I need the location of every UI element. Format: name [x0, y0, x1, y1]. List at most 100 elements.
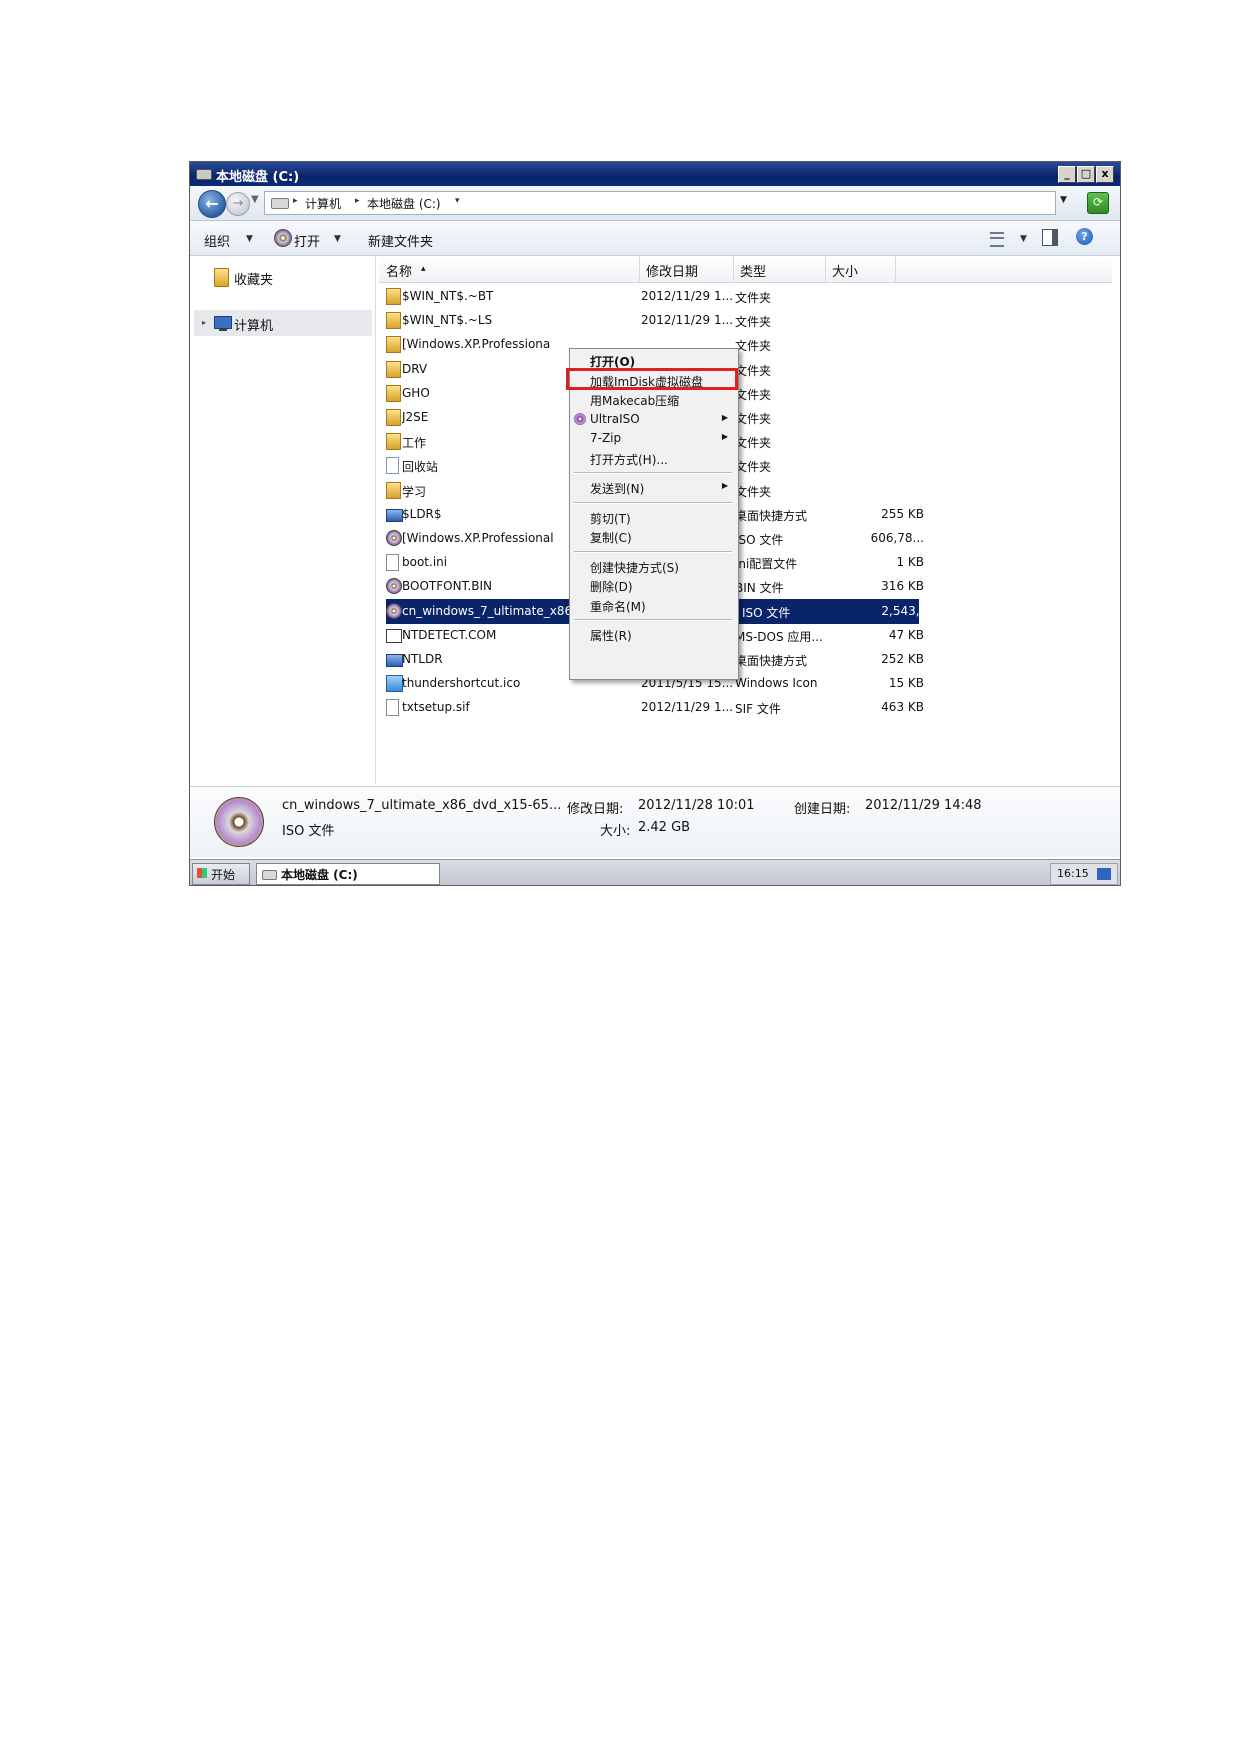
file-size: 252 KB — [881, 652, 924, 666]
file-row[interactable]: NTLDR2004/8/17 20...桌面快捷方式252 KB — [379, 647, 1112, 672]
chevron-down-icon[interactable]: ▼ — [334, 234, 341, 244]
file-name: GHO — [402, 385, 430, 400]
preview-pane-icon[interactable] — [1042, 229, 1058, 246]
nav-item-computer[interactable]: ▸ 计算机 — [194, 310, 372, 336]
system-tray: 16:15 — [1050, 863, 1118, 885]
open-button[interactable]: 打开 — [294, 231, 320, 250]
file-name: J2SE — [402, 410, 429, 424]
context-menu-item[interactable]: 复制(C) — [570, 527, 738, 546]
breadcrumb-drive[interactable]: 本地磁盘 (C:) — [367, 195, 441, 212]
chevron-right-icon[interactable]: ▸ — [355, 196, 360, 206]
file-row[interactable]: txtsetup.sif 2012/11/29 1... SIF 文件 463 KB — [379, 695, 1112, 720]
file-name: $WIN_NT$.~BT — [402, 289, 494, 303]
help-icon[interactable]: ? — [1076, 228, 1093, 245]
start-button[interactable]: 开始 — [192, 863, 250, 885]
context-menu-item[interactable]: 创建快捷方式(S) — [570, 557, 738, 576]
details-size-label: 大小: — [600, 824, 631, 839]
file-name: NTDETECT.COM — [402, 627, 497, 642]
file-size: 47 KB — [888, 627, 924, 642]
folder-icon — [386, 433, 401, 451]
context-menu-item[interactable]: 打开方式(H)... — [570, 449, 738, 468]
disc-image-icon — [214, 797, 264, 847]
clock[interactable]: 16:15 — [1057, 867, 1089, 880]
address-dropdown-icon[interactable]: ▼ — [1060, 195, 1067, 205]
view-options-icon[interactable] — [990, 232, 1004, 247]
file-row[interactable]: BOOTFONT.BIN BIN 文件 316 KB — [379, 574, 1112, 599]
context-menu-item[interactable]: UltraISO ▶ — [570, 410, 738, 429]
details-filetype: ISO 文件 — [282, 824, 335, 839]
column-header-date[interactable]: 修改日期 — [639, 256, 734, 282]
file-row[interactable]: 学习 文件夹 — [379, 478, 1112, 503]
file-row[interactable]: 回收站 文件夹 — [379, 453, 1112, 478]
file-row[interactable]: $WIN_NT$.~LS 2012/11/29 1... 文件夹 — [379, 308, 1112, 333]
forward-button[interactable]: → — [226, 192, 250, 216]
file-date: 2012/11/29 1... — [641, 700, 734, 715]
file-row[interactable]: [Windows.XP.Professiona 文件夹 — [379, 332, 1112, 357]
address-field[interactable]: ▸ 计算机 ▸ 本地磁盘 (C:) ▾ — [264, 191, 1056, 215]
context-menu-item[interactable]: 剪切(T) — [570, 508, 738, 527]
file-name: 回收站 — [402, 460, 439, 475]
show-desktop-icon[interactable] — [1097, 868, 1111, 880]
menu-separator — [574, 550, 732, 553]
context-menu-item[interactable]: 重命名(M) — [570, 596, 738, 615]
file-size: 15 KB — [888, 676, 924, 691]
file-row[interactable]: $LDR$ 桌面快捷方式 255 KB — [379, 502, 1112, 527]
breadcrumb-computer[interactable]: 计算机 — [305, 195, 341, 212]
file-row[interactable]: J2SE 文件夹 — [379, 405, 1112, 430]
taskbar-item-label: 本地磁盘 (C:) — [281, 868, 358, 882]
file-row[interactable]: boot.ini ini配置文件 1 KB — [379, 550, 1112, 575]
context-menu-item[interactable]: 删除(D) — [570, 576, 738, 595]
title-bar[interactable]: 本地磁盘 (C:) _ □ x — [190, 162, 1120, 186]
close-button[interactable]: x — [1096, 166, 1114, 183]
file-type: 文件夹 — [735, 315, 772, 330]
file-row[interactable]: [Windows.XP.Professional ISO 文件 606,78... — [379, 526, 1112, 551]
file-row[interactable]: 工作 文件夹 — [379, 429, 1112, 454]
taskbar-item-explorer[interactable]: 本地磁盘 (C:) — [256, 863, 440, 885]
file-name: NTLDR — [402, 652, 443, 666]
chevron-down-icon[interactable]: ▼ — [1020, 234, 1027, 244]
chevron-down-icon[interactable]: ▼ — [246, 234, 253, 244]
file-name: DRV — [402, 361, 428, 376]
new-folder-button[interactable]: 新建文件夹 — [368, 231, 433, 250]
chevron-right-icon[interactable]: ▸ — [293, 196, 298, 206]
file-name: BOOTFONT.BIN — [402, 579, 493, 594]
folder-icon — [386, 384, 401, 402]
file-name: txtsetup.sif — [402, 700, 470, 715]
expand-arrow-icon[interactable]: ▸ — [202, 318, 206, 327]
refresh-button[interactable]: ⟳ — [1087, 192, 1109, 214]
nav-item-favorites[interactable]: 收藏夹 — [194, 264, 372, 290]
file-row[interactable]: NTDETECT.COM2004/8/17 20...MS-DOS 应用...4… — [379, 623, 1112, 648]
context-menu-item[interactable]: 7-Zip ▶ — [570, 429, 738, 448]
context-menu-item[interactable]: 用Makecab压缩 — [570, 390, 738, 409]
history-dropdown-icon[interactable]: ▼ — [251, 194, 259, 205]
column-header-size[interactable]: 大小 — [825, 256, 896, 282]
submenu-arrow-icon: ▶ — [721, 432, 728, 441]
column-header-type[interactable]: 类型 — [733, 256, 826, 282]
submenu-arrow-icon: ▶ — [721, 412, 728, 422]
file-row[interactable]: thundershortcut.ico 2011/5/15 15... Window… — [379, 671, 1112, 696]
file-name: thundershortcut.ico — [402, 676, 521, 691]
organize-button[interactable]: 组织 — [204, 231, 230, 250]
menu-item-label: 7-Zip — [590, 431, 622, 445]
menu-item-label: 用Makecab压缩 — [590, 394, 680, 408]
details-pane: cn_windows_7_ultimate_x86_dvd_x15-65... … — [190, 786, 1120, 857]
file-row[interactable]: $WIN_NT$.~BT 2012/11/29 1... 文件夹 — [379, 284, 1112, 309]
file-size: 255 KB — [881, 506, 924, 521]
menu-separator — [574, 619, 732, 621]
window-title: 本地磁盘 (C:) — [216, 170, 300, 185]
minimize-button[interactable]: _ — [1058, 166, 1076, 183]
chevron-down-icon[interactable]: ▾ — [455, 196, 460, 206]
context-menu-item[interactable]: 发送到(N) ▶ — [570, 478, 738, 497]
file-row[interactable]: DRV 文件夹 — [379, 357, 1112, 382]
file-icon — [386, 699, 399, 717]
file-row[interactable]: GHO 文件夹 — [379, 381, 1112, 406]
file-type: ISO 文件 — [742, 605, 791, 620]
maximize-button[interactable]: □ — [1077, 166, 1095, 183]
column-header-name[interactable]: 名称 ▴ — [379, 256, 640, 282]
context-menu-item[interactable]: 属性(R) — [570, 625, 738, 644]
file-date: 2012/11/29 1... — [641, 313, 734, 328]
file-type: MS-DOS 应用... — [735, 629, 823, 644]
back-button[interactable]: ← — [198, 190, 226, 218]
file-type: 文件夹 — [735, 412, 772, 426]
disc-image-icon — [386, 602, 402, 619]
